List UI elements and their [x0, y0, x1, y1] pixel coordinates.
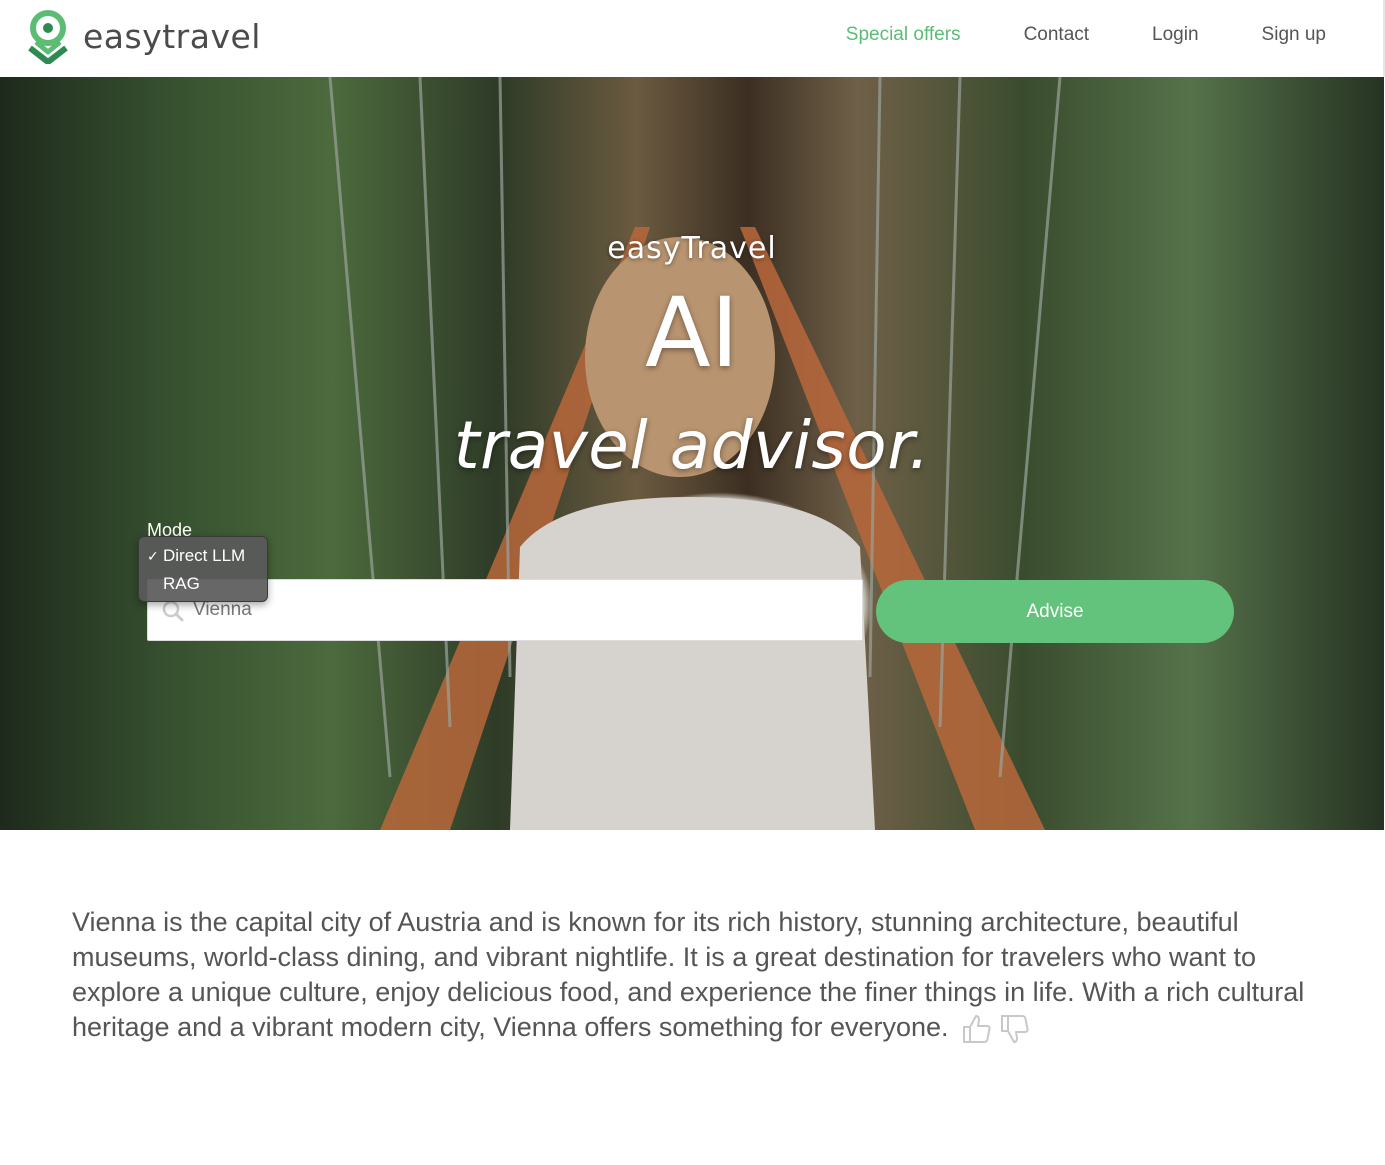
main-nav: Special offers Contact Login Sign up [783, 24, 1326, 46]
mode-option-label: Direct LLM [163, 546, 246, 565]
logo[interactable]: easytravel [24, 8, 261, 64]
hero-title-brand: easyTravel [607, 231, 777, 266]
site-header: easytravel Special offers Contact Login … [0, 0, 1385, 77]
feedback-buttons [960, 1012, 1036, 1046]
hero-title-ai: AI [645, 277, 739, 389]
checkmark-icon: ✓ [147, 548, 159, 564]
hero-banner: easyTravel AI travel advisor. Mode ✓ Dir… [0, 77, 1384, 830]
advice-text: Vienna is the capital city of Austria an… [72, 907, 1305, 1042]
nav-contact[interactable]: Contact [1024, 24, 1089, 46]
search-icon [162, 600, 184, 622]
mode-dropdown-menu[interactable]: ✓ Direct LLM RAG [138, 536, 268, 602]
thumbs-down-icon[interactable] [998, 1012, 1032, 1046]
logo-icon [28, 10, 68, 64]
mode-option-rag[interactable]: RAG [139, 570, 267, 598]
advice-result: Vienna is the capital city of Austria an… [72, 905, 1322, 1046]
mode-option-direct-llm[interactable]: ✓ Direct LLM [139, 542, 267, 570]
hero-title-subtitle: travel advisor. [453, 407, 931, 484]
nav-login[interactable]: Login [1152, 24, 1199, 46]
advise-button[interactable]: Advise [876, 580, 1234, 643]
mode-option-label: RAG [163, 574, 200, 593]
nav-special-offers[interactable]: Special offers [846, 24, 961, 46]
destination-input[interactable] [193, 580, 853, 640]
brand-name: easytravel [83, 16, 261, 56]
thumbs-up-icon[interactable] [960, 1012, 994, 1046]
nav-sign-up[interactable]: Sign up [1262, 24, 1326, 46]
